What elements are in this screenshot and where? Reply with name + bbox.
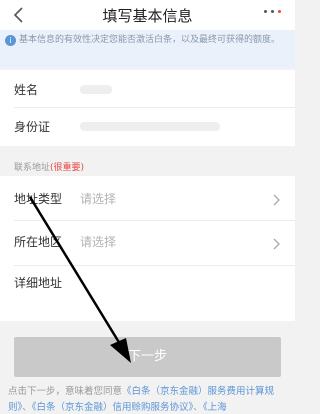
contact-card: 地址类型 请选择 所在地区 请选择 详细地址 [0, 176, 295, 321]
info-notice: i 基本信息的有效性决定您能否激活白条，以及最终可获得的额度。 [0, 30, 295, 68]
name-label: 姓名 [14, 83, 39, 97]
address-type-row[interactable]: 地址类型 请选择 [0, 176, 295, 220]
info-icon: i [5, 35, 16, 46]
identity-card: 姓名 身份证 [0, 70, 295, 146]
region-placeholder: 请选择 [80, 235, 117, 249]
more-dots-icon[interactable] [263, 6, 283, 20]
credit-agreement-link[interactable]: 《白条（京东金融）信用赊购服务协议》 [32, 402, 194, 413]
region-row[interactable]: 所在地区 请选择 [0, 221, 295, 265]
chevron-right-icon [273, 238, 280, 250]
detail-address-row[interactable]: 详细地址 [0, 266, 295, 321]
divider [14, 107, 295, 108]
address-type-placeholder: 请选择 [80, 192, 117, 206]
id-label: 身份证 [14, 120, 51, 134]
agreement-text: 点击下一步，意味着您同意《白条（京东金融）服务费用计算规则》、《白条（京东金融）… [8, 386, 275, 413]
address-type-label: 地址类型 [14, 192, 63, 206]
region-label: 所在地区 [14, 235, 63, 249]
notice-text: 基本信息的有效性决定您能否激活白条，以及最终可获得的额度。 [19, 35, 281, 45]
page-title: 填写基本信息 [102, 7, 193, 25]
next-step-button[interactable]: 下一步 [14, 337, 281, 377]
name-value-redacted [80, 85, 112, 94]
top-bar: 填写基本信息 [0, 0, 295, 30]
detail-address-label: 详细地址 [14, 276, 63, 290]
required-mark: (很重要) [50, 163, 85, 173]
id-value-redacted [80, 122, 220, 131]
chevron-right-icon [273, 194, 280, 206]
shanghai-link[interactable]: 《上海 [203, 402, 227, 413]
contact-section-label: 联系地址(很重要) [14, 163, 85, 173]
